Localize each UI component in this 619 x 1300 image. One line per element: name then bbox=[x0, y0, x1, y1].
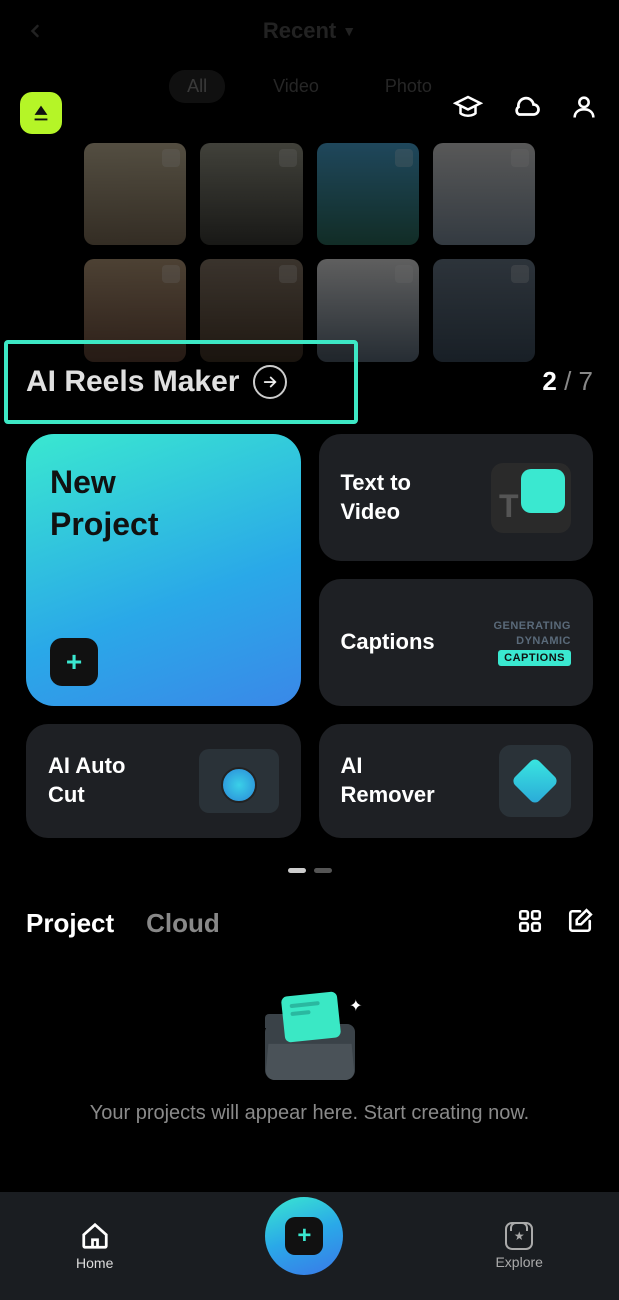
media-thumbnail[interactable] bbox=[433, 259, 535, 361]
top-title-text: Recent bbox=[263, 18, 336, 44]
captions-label: Captions bbox=[341, 628, 435, 657]
filter-video[interactable]: Video bbox=[255, 70, 337, 103]
edit-icon[interactable] bbox=[567, 908, 593, 939]
empty-state-text: Your projects will appear here. Start cr… bbox=[90, 1102, 530, 1125]
ai-remover-label: AI Remover bbox=[341, 752, 461, 809]
page-indicator: 2 / 7 bbox=[542, 366, 593, 397]
empty-state: ✦ Your projects will appear here. Start … bbox=[0, 1000, 619, 1125]
media-grid bbox=[0, 143, 619, 362]
new-project-title: New Project bbox=[50, 462, 277, 545]
ai-auto-cut-label: AI Auto Cut bbox=[48, 752, 168, 809]
grid-view-icon[interactable] bbox=[517, 908, 543, 939]
captions-card[interactable]: Captions GENERATING DYNAMIC CAPTIONS bbox=[319, 579, 594, 706]
dot[interactable] bbox=[314, 868, 332, 873]
ai-remover-card[interactable]: AI Remover bbox=[319, 724, 594, 838]
tab-cloud[interactable]: Cloud bbox=[146, 908, 220, 939]
nav-home-label: Home bbox=[76, 1255, 113, 1271]
text-to-video-card[interactable]: Text to Video bbox=[319, 434, 594, 561]
plus-icon: + bbox=[50, 638, 98, 686]
text-to-video-icon bbox=[491, 463, 571, 533]
page-current: 2 bbox=[542, 366, 556, 396]
bottom-nav: Home + Explore bbox=[0, 1192, 619, 1300]
media-thumbnail[interactable] bbox=[317, 143, 419, 245]
arrow-right-icon bbox=[253, 365, 287, 399]
tab-project[interactable]: Project bbox=[26, 908, 114, 939]
chevron-down-icon: ▼ bbox=[342, 23, 356, 39]
media-thumbnail[interactable] bbox=[84, 143, 186, 245]
explore-icon bbox=[505, 1222, 533, 1250]
new-project-card[interactable]: New Project + bbox=[26, 434, 301, 706]
plus-icon: + bbox=[285, 1217, 323, 1255]
nav-create-button[interactable]: + bbox=[265, 1197, 343, 1275]
nav-home[interactable]: Home bbox=[76, 1221, 113, 1271]
media-thumbnail[interactable] bbox=[200, 143, 302, 245]
nav-explore[interactable]: Explore bbox=[495, 1222, 542, 1270]
premium-badge[interactable] bbox=[20, 92, 62, 134]
folder-icon: ✦ bbox=[265, 1000, 355, 1080]
filter-photo[interactable]: Photo bbox=[367, 70, 450, 103]
media-thumbnail[interactable] bbox=[433, 143, 535, 245]
filter-all[interactable]: All bbox=[169, 70, 225, 103]
ai-auto-cut-icon bbox=[199, 749, 279, 813]
dot-active[interactable] bbox=[288, 868, 306, 873]
page-total: 7 bbox=[579, 366, 593, 396]
ai-auto-cut-card[interactable]: AI Auto Cut bbox=[26, 724, 301, 838]
graduation-icon[interactable] bbox=[453, 92, 483, 122]
recent-dropdown[interactable]: Recent ▼ bbox=[70, 18, 549, 44]
ai-reels-label: AI Reels Maker bbox=[26, 365, 239, 399]
profile-icon[interactable] bbox=[569, 92, 599, 122]
ai-remover-icon bbox=[499, 745, 571, 817]
cloud-icon[interactable] bbox=[511, 92, 541, 122]
captions-icon: GENERATING DYNAMIC CAPTIONS bbox=[491, 608, 571, 678]
ai-reels-maker-banner[interactable]: AI Reels Maker bbox=[4, 340, 358, 424]
back-button[interactable] bbox=[20, 16, 50, 46]
carousel-dots bbox=[0, 868, 619, 873]
text-to-video-label: Text to Video bbox=[341, 469, 461, 526]
nav-explore-label: Explore bbox=[495, 1254, 542, 1270]
